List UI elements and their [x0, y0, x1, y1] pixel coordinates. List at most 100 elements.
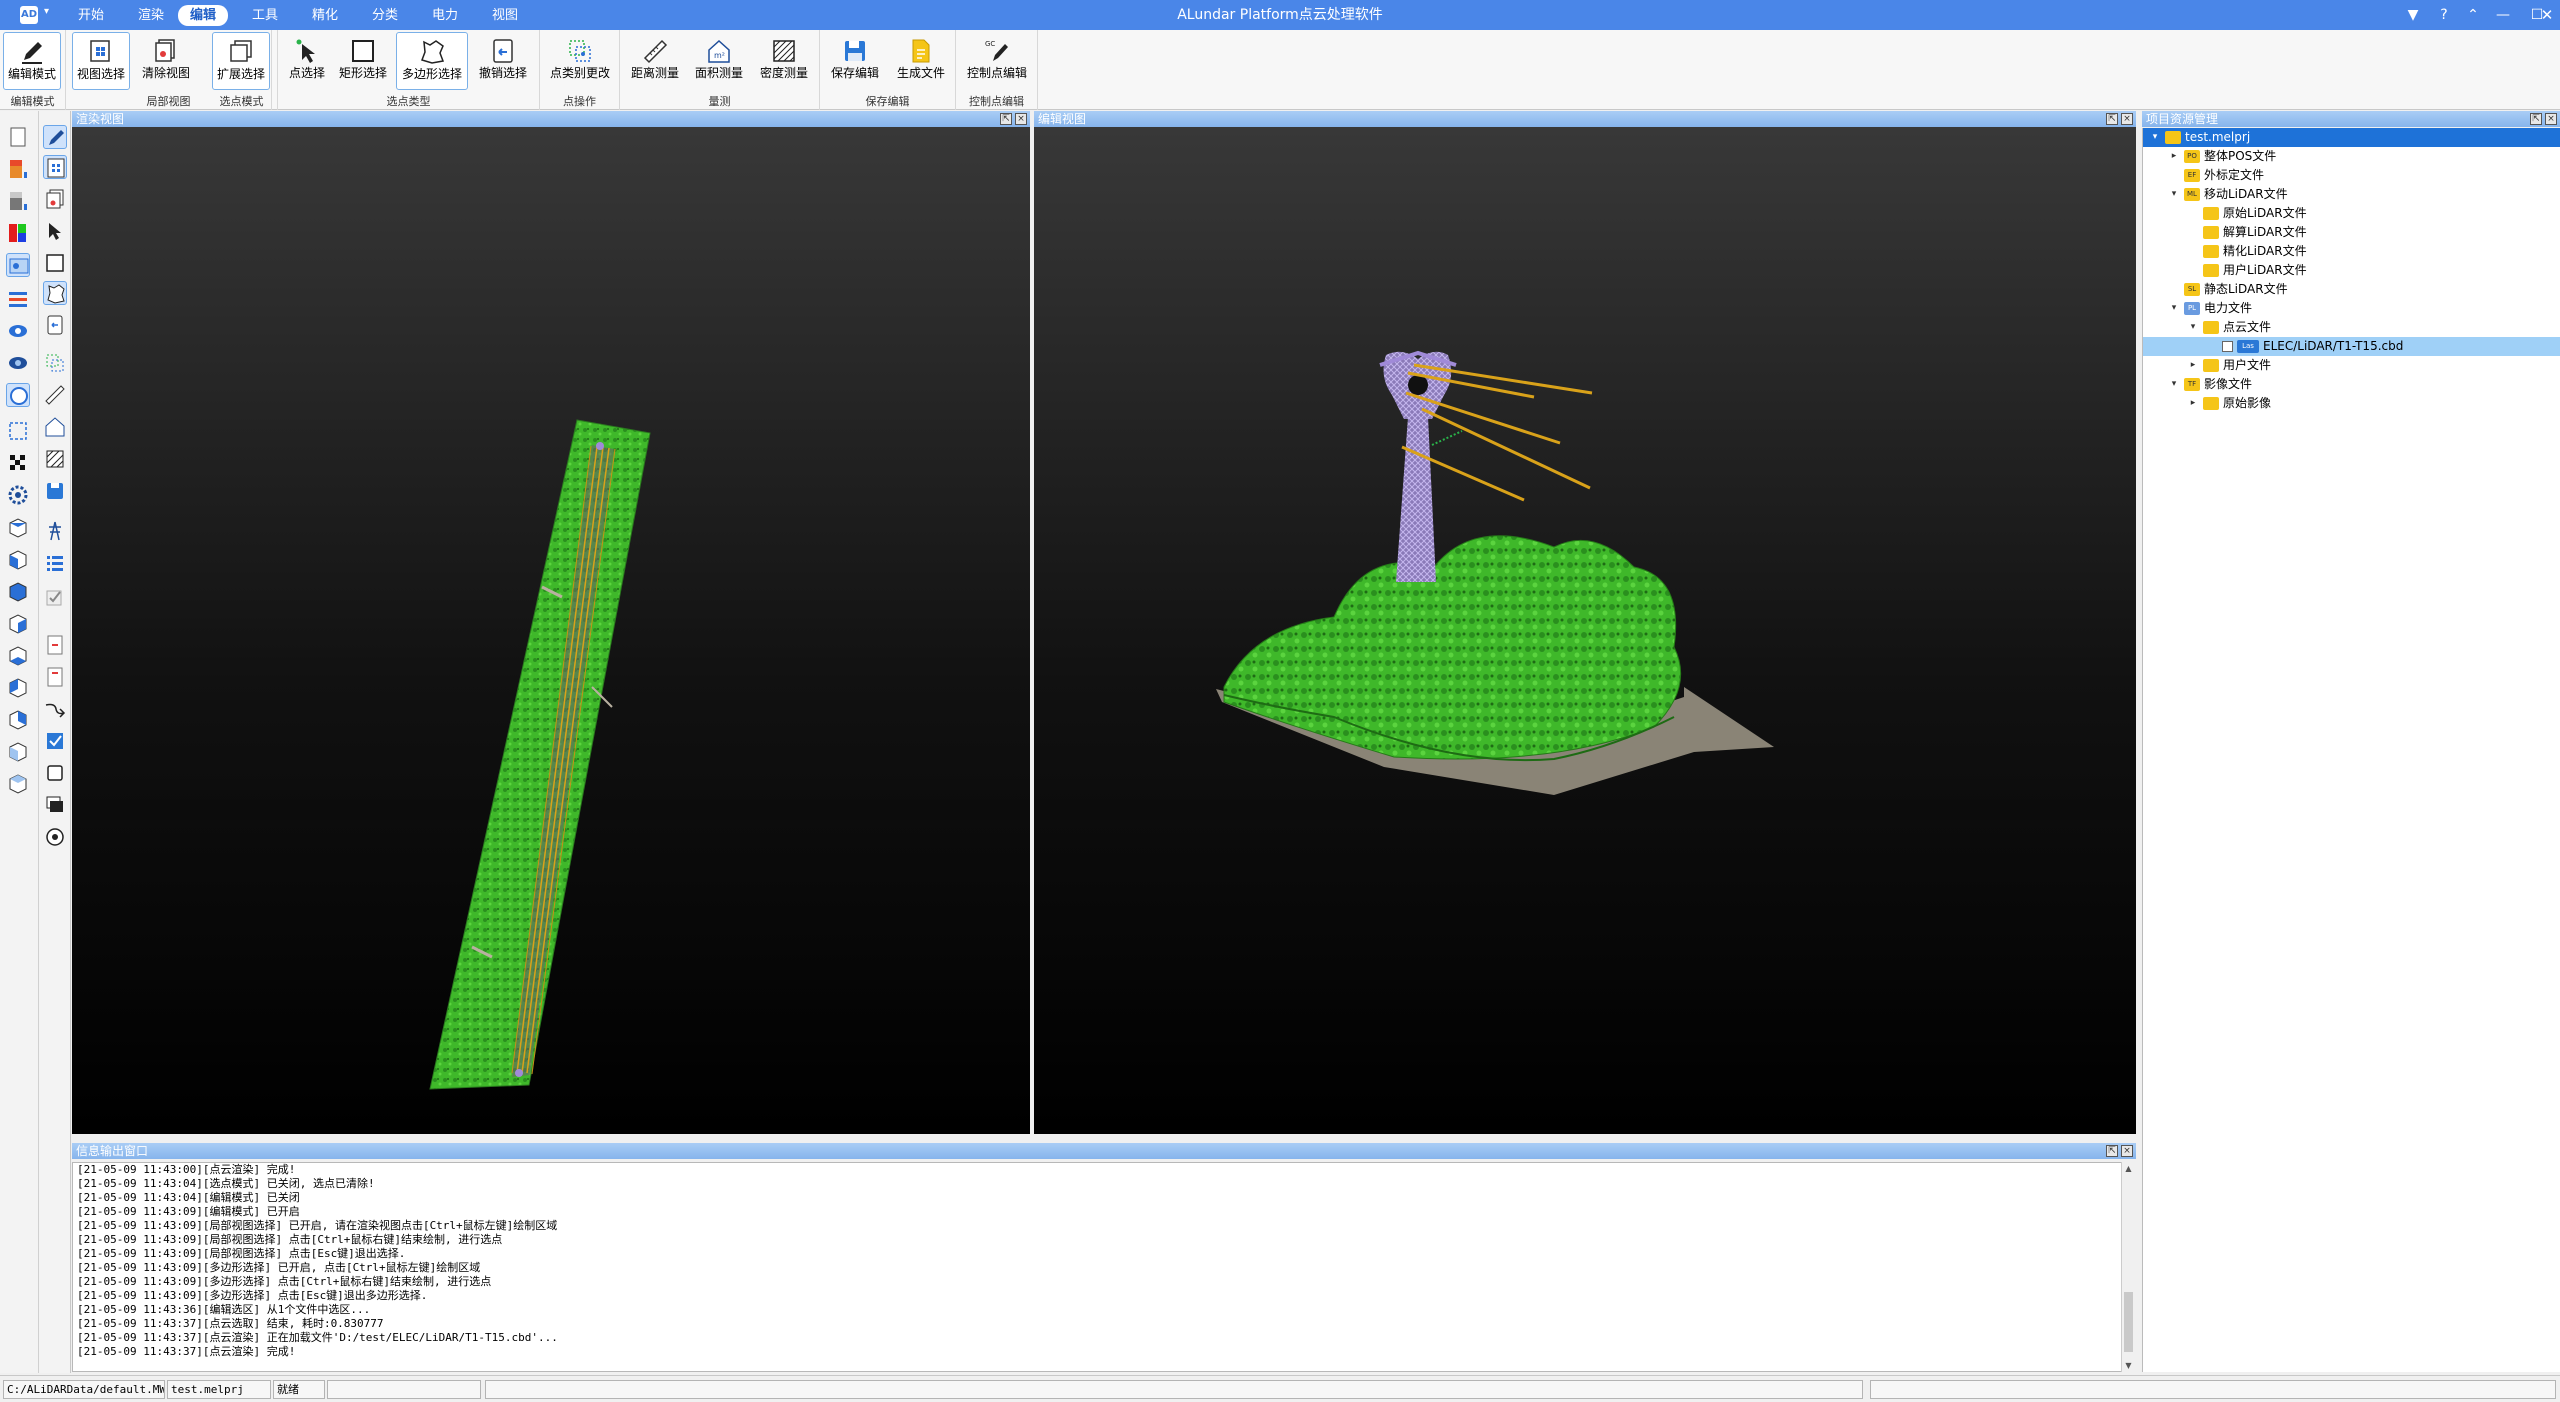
- class-change-icon[interactable]: [43, 351, 67, 375]
- float-icon[interactable]: ⇱: [2530, 113, 2542, 125]
- render-viewport[interactable]: [72, 127, 1030, 1134]
- clear-view-icon[interactable]: [43, 187, 67, 211]
- app-logo[interactable]: AD: [20, 6, 38, 24]
- float-icon[interactable]: ⇱: [2106, 1145, 2118, 1157]
- tree-item[interactable]: ▸ PO 整体POS文件: [2143, 147, 2560, 166]
- collapse-arrow-icon[interactable]: ▸: [2187, 394, 2199, 413]
- tree-item[interactable]: EF 外标定文件: [2143, 166, 2560, 185]
- view-front-icon[interactable]: [6, 547, 30, 571]
- save-icon[interactable]: [43, 479, 67, 503]
- ruler-icon[interactable]: [43, 383, 67, 407]
- view-top-icon[interactable]: [6, 515, 30, 539]
- pencil-icon[interactable]: [43, 125, 67, 149]
- tree-item[interactable]: 解算LiDAR文件: [2143, 223, 2560, 242]
- scroll-up-icon[interactable]: ▲: [2122, 1162, 2135, 1175]
- shirt-theme-icon[interactable]: ▼: [2402, 4, 2424, 26]
- tree-item[interactable]: Las ELEC/LiDAR/T1-T15.cbd: [2143, 337, 2560, 356]
- route-icon[interactable]: [43, 697, 67, 721]
- float-icon[interactable]: ⇱: [2106, 113, 2118, 125]
- expand-arrow-icon[interactable]: ▾: [2168, 185, 2180, 204]
- control-point-button[interactable]: GC 控制点编辑: [962, 32, 1032, 90]
- view-select-button[interactable]: 视图选择: [72, 32, 130, 90]
- close-icon[interactable]: ×: [2121, 1145, 2133, 1157]
- quick-access-arrow-icon[interactable]: ▾: [44, 6, 49, 17]
- menu-tab-classify[interactable]: 分类: [360, 5, 410, 26]
- house-area-icon[interactable]: [43, 415, 67, 439]
- tree-item[interactable]: ▾ TF 影像文件: [2143, 375, 2560, 394]
- cancel-select-button[interactable]: 撤销选择: [472, 32, 534, 90]
- elevation-color-icon[interactable]: [6, 157, 30, 181]
- cursor-icon[interactable]: [43, 219, 67, 243]
- tree-item[interactable]: ▾ 点云文件: [2143, 318, 2560, 337]
- undo-select-icon[interactable]: [43, 313, 67, 337]
- menu-tab-render[interactable]: 渲染: [126, 5, 176, 26]
- eye-filter-icon[interactable]: [6, 351, 30, 375]
- log-output[interactable]: [21-05-09 11:43:00][点云渲染] 完成! [21-05-09 …: [72, 1162, 2122, 1372]
- expand-arrow-icon[interactable]: ▾: [2149, 128, 2161, 147]
- scroll-down-icon[interactable]: ▼: [2122, 1359, 2135, 1372]
- layers-icon[interactable]: [43, 793, 67, 817]
- tree-item[interactable]: SL 静态LiDAR文件: [2143, 280, 2560, 299]
- edit-viewport[interactable]: [1034, 127, 2136, 1134]
- collapse-arrow-icon[interactable]: ▸: [2168, 147, 2180, 166]
- view-back-icon[interactable]: [6, 611, 30, 635]
- density-button[interactable]: 密度测量: [754, 32, 814, 90]
- help-icon[interactable]: ?: [2433, 4, 2455, 26]
- view-side-icon[interactable]: [6, 579, 30, 603]
- class-color-icon[interactable]: [6, 253, 30, 277]
- close-icon[interactable]: ✕: [2536, 4, 2558, 26]
- line-style-icon[interactable]: [6, 287, 30, 311]
- expand-arrow-icon[interactable]: ▾: [2168, 375, 2180, 394]
- view-left-icon[interactable]: [6, 643, 30, 667]
- settings-icon[interactable]: [6, 483, 30, 507]
- clear-view-button[interactable]: 清除视图: [138, 32, 194, 90]
- save-edit-button[interactable]: 保存编辑: [826, 32, 884, 90]
- checker-icon[interactable]: [6, 451, 30, 475]
- polygon-icon[interactable]: [43, 281, 67, 305]
- distance-button[interactable]: 距离测量: [626, 32, 684, 90]
- class-change-button[interactable]: 点类别更改: [544, 32, 616, 90]
- scroll-thumb[interactable]: [2124, 1292, 2133, 1352]
- menu-tab-start[interactable]: 开始: [66, 5, 116, 26]
- point-select-button[interactable]: 点选择: [282, 32, 332, 90]
- collapse-ribbon-icon[interactable]: ⌃: [2462, 4, 2484, 26]
- float-icon[interactable]: ⇱: [1000, 113, 1012, 125]
- doc-minus-icon[interactable]: [43, 633, 67, 657]
- power-tower-icon[interactable]: [43, 519, 67, 543]
- intensity-color-icon[interactable]: [6, 189, 30, 213]
- menu-tab-refine[interactable]: 精化: [300, 5, 350, 26]
- view-perspective-icon[interactable]: [6, 771, 30, 795]
- view-right-icon[interactable]: [6, 707, 30, 731]
- menu-tab-tools[interactable]: 工具: [240, 5, 290, 26]
- generate-file-button[interactable]: 生成文件: [892, 32, 950, 90]
- checkbox-icon[interactable]: [2222, 341, 2233, 352]
- tree-item[interactable]: 精化LiDAR文件: [2143, 242, 2560, 261]
- tree-item[interactable]: ▾ PL 电力文件: [2143, 299, 2560, 318]
- rgb-color-icon[interactable]: [6, 221, 30, 245]
- tree-item[interactable]: ▸ 用户文件: [2143, 356, 2560, 375]
- minimize-icon[interactable]: —: [2492, 4, 2514, 26]
- view-iso-icon[interactable]: [6, 675, 30, 699]
- square-icon[interactable]: [43, 761, 67, 785]
- target-icon[interactable]: [43, 825, 67, 849]
- menu-tab-view[interactable]: 视图: [480, 5, 530, 26]
- polygon-select-button[interactable]: 多边形选择: [396, 32, 468, 90]
- tree-item[interactable]: ▸ 原始影像: [2143, 394, 2560, 413]
- log-scrollbar[interactable]: ▲ ▼: [2121, 1162, 2135, 1372]
- doc-icon[interactable]: [43, 665, 67, 689]
- tree-item[interactable]: 用户LiDAR文件: [2143, 261, 2560, 280]
- checkbox-icon[interactable]: [43, 729, 67, 753]
- expand-select-button[interactable]: 扩展选择: [212, 32, 270, 90]
- edit-mode-button[interactable]: 编辑模式: [3, 32, 61, 90]
- tree-item[interactable]: ▾ ML 移动LiDAR文件: [2143, 185, 2560, 204]
- close-icon[interactable]: ×: [2121, 113, 2133, 125]
- menu-tab-power[interactable]: 电力: [420, 5, 470, 26]
- rect-select-button[interactable]: 矩形选择: [334, 32, 392, 90]
- view-bottom-icon[interactable]: [6, 739, 30, 763]
- tree-item[interactable]: 原始LiDAR文件: [2143, 204, 2560, 223]
- expand-arrow-icon[interactable]: ▾: [2187, 318, 2199, 337]
- view-select-icon[interactable]: [43, 155, 67, 179]
- zoom-fit-icon[interactable]: [6, 419, 30, 443]
- expand-arrow-icon[interactable]: ▾: [2168, 299, 2180, 318]
- tree-item[interactable]: ▾ test.melprj: [2143, 128, 2560, 147]
